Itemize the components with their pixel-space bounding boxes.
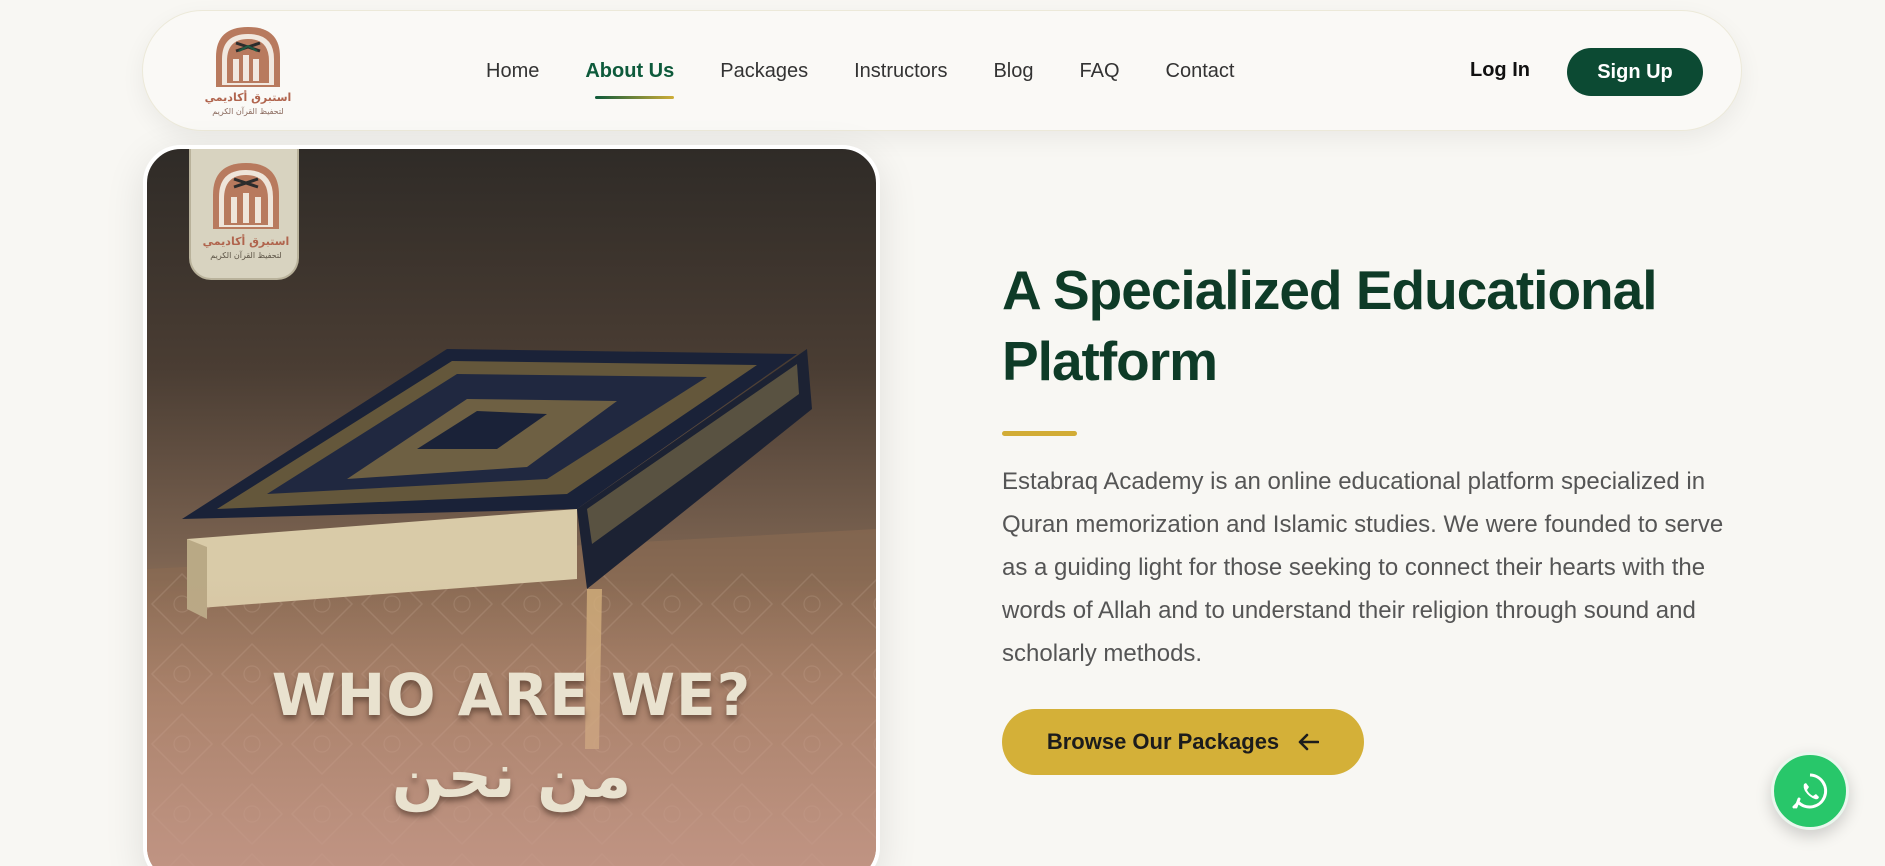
- whatsapp-button[interactable]: [1771, 752, 1849, 830]
- logo-arabic-tagline: لتحفيظ القرآن الكريم: [212, 107, 284, 116]
- arrow-left-icon: [1298, 733, 1320, 751]
- nav-item-instructors[interactable]: Instructors: [854, 60, 947, 83]
- about-content: A Specialized Educational Platform Estab…: [1002, 255, 1742, 675]
- nav-links: Home About Us Packages Instructors Blog …: [486, 11, 1280, 132]
- about-description: Estabraq Academy is an online educationa…: [1002, 468, 1724, 667]
- navbar: استبرق أكاديمي لتحفيظ القرآن الكريم Home…: [142, 10, 1742, 131]
- card-logo-badge: استبرق أكاديمي لتحفيظ القرآن الكريم: [189, 149, 299, 280]
- nav-item-packages[interactable]: Packages: [720, 60, 808, 83]
- about-heading: A Specialized Educational Platform: [1002, 255, 1742, 397]
- nav-item-home[interactable]: Home: [486, 60, 539, 83]
- about-hero-image: استبرق أكاديمي لتحفيظ القرآن الكريم WHO …: [143, 145, 880, 866]
- heading-line-1: A Specialized Educational: [1002, 259, 1658, 321]
- card-logo-arabic-tagline: لتحفيظ القرآن الكريم: [210, 251, 282, 260]
- card-logo-arabic-name: استبرق أكاديمي: [202, 235, 290, 248]
- signup-button[interactable]: Sign Up: [1567, 48, 1703, 96]
- logo-emblem-icon: [213, 163, 279, 229]
- nav-item-contact[interactable]: Contact: [1166, 60, 1235, 83]
- browse-packages-label: Browse Our Packages: [1046, 729, 1280, 754]
- brand-logo[interactable]: استبرق أكاديمي لتحفيظ القرآن الكريم: [203, 21, 293, 125]
- nav-item-faq[interactable]: FAQ: [1079, 60, 1119, 83]
- heading-line-2: Platform: [1002, 330, 1218, 392]
- image-title-arabic: من نحن: [391, 739, 632, 812]
- whatsapp-icon: [1792, 773, 1828, 809]
- heading-divider: [1002, 431, 1077, 436]
- nav-item-blog[interactable]: Blog: [993, 60, 1033, 83]
- browse-packages-button[interactable]: Browse Our Packages: [1002, 709, 1364, 775]
- nav-item-about-us[interactable]: About Us: [585, 60, 674, 99]
- logo-arabic-name: استبرق أكاديمي: [204, 91, 292, 104]
- login-link[interactable]: Log In: [1470, 59, 1530, 82]
- image-title-english: WHO ARE WE?: [271, 661, 752, 729]
